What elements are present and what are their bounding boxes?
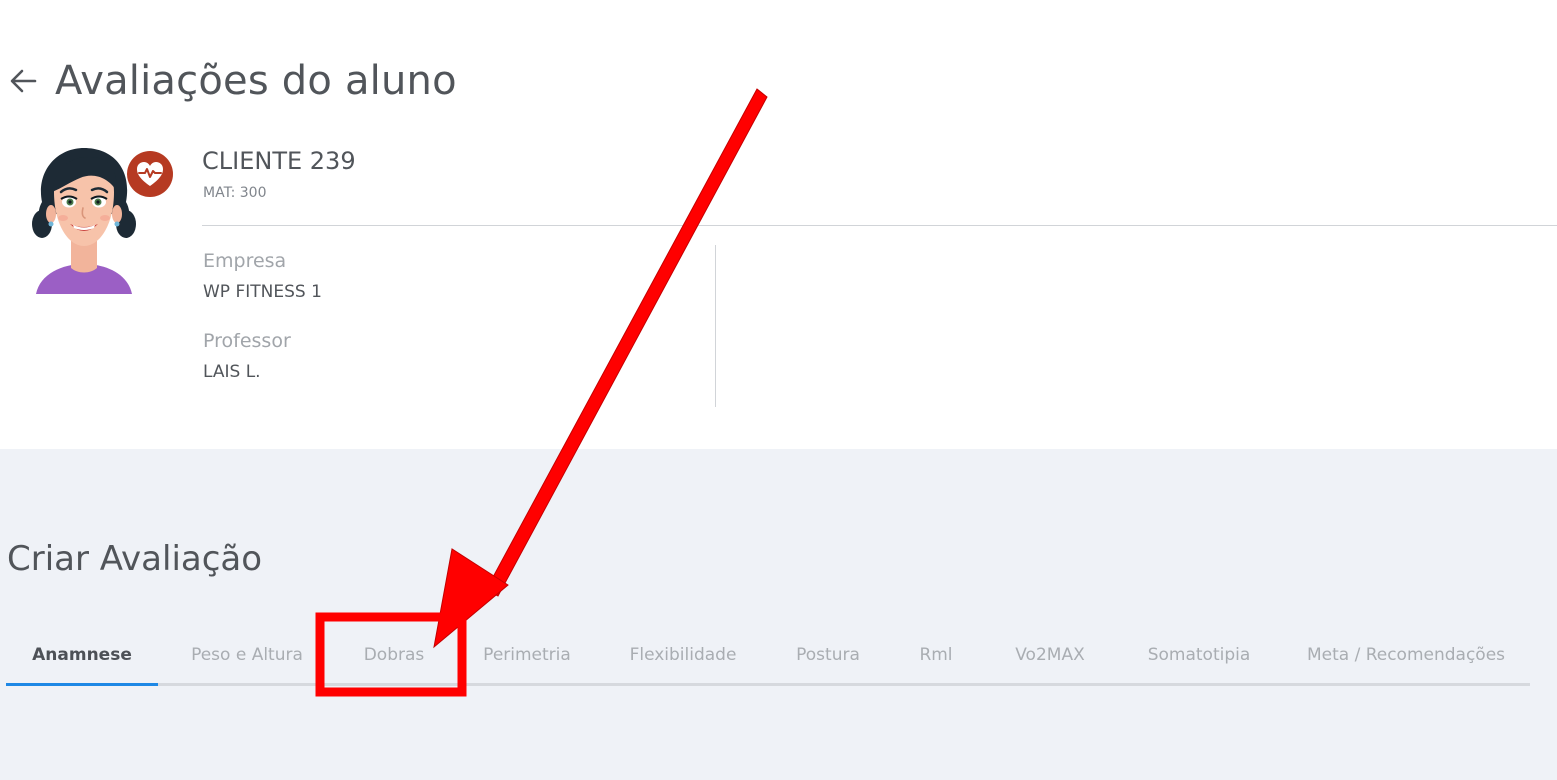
empresa-label: Empresa <box>203 250 287 272</box>
tab-peso-e-altura[interactable]: Peso e Altura <box>172 628 322 683</box>
client-name: CLIENTE 239 <box>202 147 356 175</box>
empresa-value: WP FITNESS 1 <box>203 282 322 302</box>
professor-value: LAIS L. <box>203 362 261 382</box>
tab-dobras[interactable]: Dobras <box>336 628 452 683</box>
page-title: Avaliações do aluno <box>55 58 457 104</box>
tabs-baseline <box>6 683 1530 686</box>
client-registration: MAT: 300 <box>203 185 267 201</box>
divider <box>202 225 1557 226</box>
active-tab-indicator <box>6 683 158 686</box>
content-area <box>0 449 1557 780</box>
tab-postura[interactable]: Postura <box>778 628 878 683</box>
tab-vo2max[interactable]: Vo2MAX <box>994 628 1106 683</box>
divider-vertical <box>715 245 716 407</box>
arrow-left-icon <box>10 69 37 93</box>
tab-meta-recomendacoes[interactable]: Meta / Recomendações <box>1292 628 1520 683</box>
heart-pulse-icon[interactable] <box>126 150 174 198</box>
back-button[interactable] <box>8 64 40 98</box>
evaluation-tabs: Anamnese Peso e Altura Dobras Perimetria… <box>6 628 1530 687</box>
tab-anamnese[interactable]: Anamnese <box>6 628 158 683</box>
woman-avatar <box>28 142 140 298</box>
tab-rml[interactable]: Rml <box>892 628 980 683</box>
tab-flexibilidade[interactable]: Flexibilidade <box>602 628 764 683</box>
tab-perimetria[interactable]: Perimetria <box>466 628 588 683</box>
professor-label: Professor <box>203 330 291 352</box>
tab-somatotipia[interactable]: Somatotipia <box>1120 628 1278 683</box>
section-title: Criar Avaliação <box>7 539 263 579</box>
